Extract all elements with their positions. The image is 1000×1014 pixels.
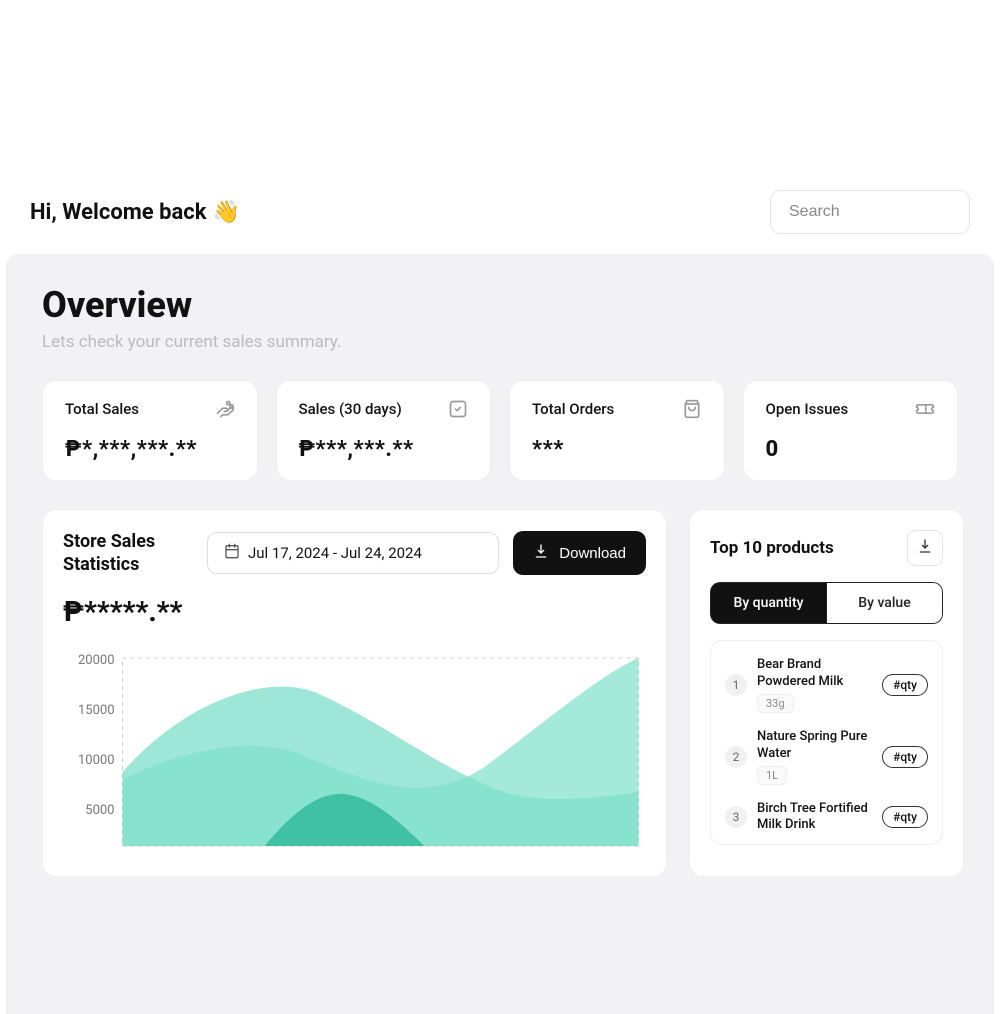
product-row: 1 Bear Brand Powdered Milk 33g #qty [721,649,932,721]
welcome-message: Hi, Welcome back 👋 [30,200,240,225]
stat-label: Open Issues [766,400,849,418]
top-products-title: Top 10 products [710,538,834,558]
product-name: Bear Brand Powdered Milk [757,657,872,691]
product-row: 2 Nature Spring Pure Water 1L #qty [721,721,932,793]
ticket-icon [915,399,935,419]
sales-chart: 20000 15000 10000 5000 [63,652,646,852]
date-range-picker[interactable]: Jul 17, 2024 - Jul 24, 2024 [207,532,499,574]
shopping-bag-icon [682,399,702,419]
stat-card-total-sales: Total Sales ₱*,***,***.** [42,380,258,481]
download-button[interactable]: Download [513,531,646,575]
chart-amount: ₱*****.** [63,595,646,628]
download-products-button[interactable] [907,530,943,566]
calendar-icon [224,543,240,563]
check-square-icon [448,399,468,419]
download-label: Download [559,545,626,562]
ytick: 15000 [78,703,115,718]
product-rank: 2 [725,746,747,768]
top-products-panel: Top 10 products By quantity By value 1 [689,509,964,877]
ytick: 5000 [85,803,114,818]
stat-value: *** [532,437,702,462]
product-list: 1 Bear Brand Powdered Milk 33g #qty 2 Na… [710,640,943,845]
ytick: 10000 [78,753,115,768]
product-tabs: By quantity By value [710,582,943,624]
stat-value: ₱***,***.** [299,437,469,462]
product-name: Birch Tree Fortified Milk Drink [757,801,872,835]
stat-grid: Total Sales ₱*,***,***.** Sales (30 days… [42,380,958,481]
tab-by-value[interactable]: By value [827,582,943,624]
stat-label: Total Orders [532,400,614,418]
content-area: Overview Lets check your current sales s… [6,254,994,1014]
tab-by-quantity[interactable]: By quantity [710,582,827,624]
qty-badge: #qty [882,674,928,696]
stat-label: Total Sales [65,400,139,418]
search-input[interactable] [770,190,970,234]
stat-card-sales-30d: Sales (30 days) ₱***,***.** [276,380,492,481]
sales-chart-panel: Store Sales Statistics Jul 17, 2024 - Ju… [42,509,667,877]
product-row: 3 Birch Tree Fortified Milk Drink #qty [721,793,932,843]
product-variant: 1L [757,766,787,785]
chart-title: Store Sales Statistics [63,530,193,577]
qty-badge: #qty [882,746,928,768]
ytick: 20000 [78,653,115,668]
overview-subtitle: Lets check your current sales summary. [42,332,958,352]
product-variant: 33g [757,694,794,713]
product-name: Nature Spring Pure Water [757,729,872,763]
welcome-text: Hi, Welcome back [30,200,207,225]
product-rank: 3 [725,806,747,828]
stat-value: 0 [766,437,936,462]
download-icon [917,538,933,558]
hand-coins-icon [215,399,235,419]
top-bar: Hi, Welcome back 👋 [0,0,1000,254]
qty-badge: #qty [882,806,928,828]
date-range-text: Jul 17, 2024 - Jul 24, 2024 [248,544,422,562]
stat-label: Sales (30 days) [299,400,402,418]
overview-title: Overview [42,284,958,326]
product-row: 4 C2 Apple 230ml #qty [721,842,932,845]
stat-card-open-issues: Open Issues 0 [743,380,959,481]
stat-value: ₱*,***,***.** [65,437,235,462]
stat-card-total-orders: Total Orders *** [509,380,725,481]
wave-icon: 👋 [213,200,240,225]
product-rank: 1 [725,674,747,696]
download-icon [533,543,549,563]
